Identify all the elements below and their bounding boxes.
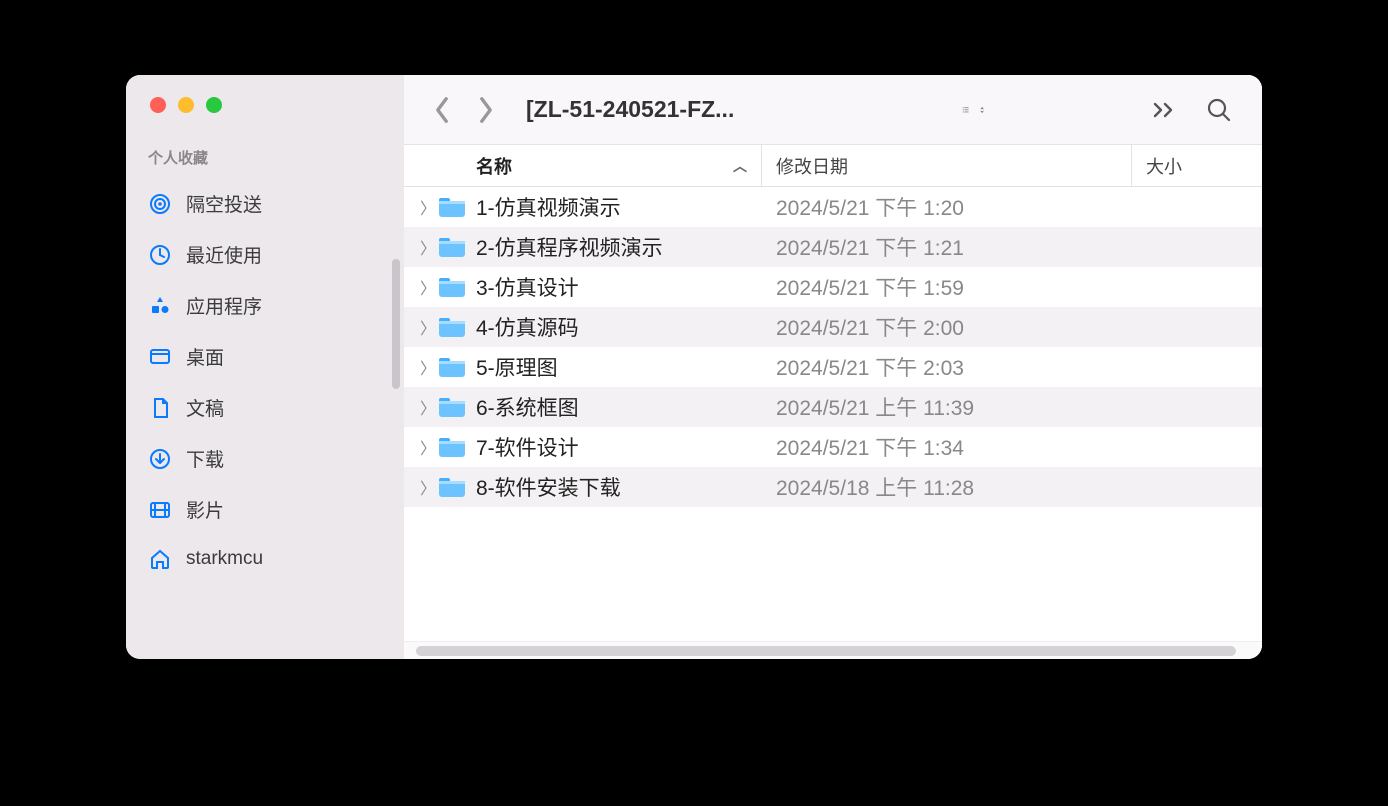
clock-icon	[148, 243, 172, 267]
file-name: 2-仿真程序视频演示	[476, 232, 762, 262]
file-date: 2024/5/18 上午 11:28	[762, 472, 1132, 502]
sidebar-item-airdrop[interactable]: 隔空投送	[126, 178, 404, 229]
sidebar-item-download[interactable]: 下载	[126, 433, 404, 484]
main-pane: [ZL-51-240521-FZ...	[404, 75, 1262, 659]
file-row[interactable]: 〉 4-仿真源码2024/5/21 下午 2:00	[404, 307, 1262, 347]
file-name: 8-软件安装下载	[476, 472, 762, 502]
file-row[interactable]: 〉 5-原理图2024/5/21 下午 2:03	[404, 347, 1262, 387]
column-header-size[interactable]: 大小	[1132, 145, 1262, 186]
close-button[interactable]	[150, 97, 166, 113]
column-header-size-label: 大小	[1146, 153, 1182, 179]
sidebar-item-label: 最近使用	[186, 241, 262, 268]
airdrop-icon	[148, 192, 172, 216]
sidebar-item-label: 桌面	[186, 343, 224, 370]
file-name: 6-系统框图	[476, 392, 762, 422]
folder-icon	[438, 476, 466, 498]
folder-icon	[438, 316, 466, 338]
file-row[interactable]: 〉 8-软件安装下载2024/5/18 上午 11:28	[404, 467, 1262, 507]
window-controls	[126, 97, 404, 113]
more-toolbar-button[interactable]	[1142, 97, 1188, 123]
disclosure-triangle-icon[interactable]: 〉	[404, 195, 438, 219]
disclosure-triangle-icon[interactable]: 〉	[404, 395, 438, 419]
download-icon	[148, 447, 172, 471]
folder-icon	[438, 436, 466, 458]
search-button[interactable]	[1196, 97, 1242, 123]
sidebar-item-label: 应用程序	[186, 292, 262, 319]
folder-icon	[438, 196, 466, 218]
sidebar-item-label: 影片	[186, 496, 224, 523]
back-button[interactable]	[424, 96, 460, 124]
file-date: 2024/5/21 下午 1:20	[762, 192, 1132, 222]
sidebar-item-label: 下载	[186, 445, 224, 472]
horizontal-scrollbar[interactable]	[404, 641, 1262, 659]
file-name: 5-原理图	[476, 352, 762, 382]
toolbar: [ZL-51-240521-FZ...	[404, 75, 1262, 145]
apps-icon	[148, 294, 172, 318]
document-icon	[148, 396, 172, 420]
zoom-button[interactable]	[206, 97, 222, 113]
column-header-date-label: 修改日期	[776, 153, 848, 179]
file-name: 7-软件设计	[476, 432, 762, 462]
folder-icon	[438, 356, 466, 378]
file-row[interactable]: 〉 3-仿真设计2024/5/21 下午 1:59	[404, 267, 1262, 307]
disclosure-triangle-icon[interactable]: 〉	[404, 275, 438, 299]
sidebar: 个人收藏 隔空投送最近使用应用程序桌面文稿下载影片 starkmcu	[126, 75, 404, 659]
sort-indicator-icon: ︿	[733, 156, 747, 176]
window-title: [ZL-51-240521-FZ...	[526, 96, 734, 123]
chevrons-right-icon	[1152, 97, 1178, 123]
disclosure-triangle-icon[interactable]: 〉	[404, 355, 438, 379]
column-header-date[interactable]: 修改日期	[762, 145, 1132, 186]
desktop-icon	[148, 345, 172, 369]
file-name: 3-仿真设计	[476, 272, 762, 302]
sidebar-item-clock[interactable]: 最近使用	[126, 229, 404, 280]
list-view-icon	[962, 106, 970, 114]
sidebar-item-label: 隔空投送	[186, 190, 262, 217]
column-header-name[interactable]: 名称 ︿	[404, 145, 762, 186]
file-date: 2024/5/21 上午 11:39	[762, 392, 1132, 422]
finder-window: 个人收藏 隔空投送最近使用应用程序桌面文稿下载影片 starkmcu [ZL-51…	[126, 75, 1262, 659]
file-date: 2024/5/21 下午 2:00	[762, 312, 1132, 342]
search-icon	[1206, 97, 1232, 123]
file-list: 〉1-仿真视频演示2024/5/21 下午 1:20〉2-仿真程序视频演示202…	[404, 187, 1262, 641]
sidebar-item-apps[interactable]: 应用程序	[126, 280, 404, 331]
disclosure-triangle-icon[interactable]: 〉	[404, 475, 438, 499]
home-icon	[148, 547, 172, 571]
file-row[interactable]: 〉 7-软件设计2024/5/21 下午 1:34	[404, 427, 1262, 467]
sidebar-item-document[interactable]: 文稿	[126, 382, 404, 433]
chevron-updown-icon	[980, 100, 984, 120]
minimize-button[interactable]	[178, 97, 194, 113]
file-name: 4-仿真源码	[476, 312, 762, 342]
file-row[interactable]: 〉 6-系统框图2024/5/21 上午 11:39	[404, 387, 1262, 427]
file-row[interactable]: 〉 1-仿真视频演示2024/5/21 下午 1:20	[404, 187, 1262, 227]
scrollbar-thumb[interactable]	[416, 646, 1236, 656]
sidebar-items: 隔空投送最近使用应用程序桌面文稿下载影片 starkmcu	[126, 178, 404, 583]
sidebar-item-home[interactable]: starkmcu	[126, 535, 404, 583]
sidebar-item-label: 文稿	[186, 394, 224, 421]
sidebar-section-label: 个人收藏	[126, 147, 404, 168]
folder-icon	[438, 236, 466, 258]
folder-icon	[438, 396, 466, 418]
file-date: 2024/5/21 下午 2:03	[762, 352, 1132, 382]
movie-icon	[148, 498, 172, 522]
sidebar-item-movie[interactable]: 影片	[126, 484, 404, 535]
column-header-name-label: 名称	[476, 153, 512, 179]
folder-icon	[438, 276, 466, 298]
column-headers: 名称 ︿ 修改日期 大小	[404, 145, 1262, 187]
file-row[interactable]: 〉 2-仿真程序视频演示2024/5/21 下午 1:21	[404, 227, 1262, 267]
sidebar-item-desktop[interactable]: 桌面	[126, 331, 404, 382]
file-date: 2024/5/21 下午 1:21	[762, 232, 1132, 262]
sidebar-scrollbar[interactable]	[392, 259, 400, 389]
disclosure-triangle-icon[interactable]: 〉	[404, 435, 438, 459]
forward-button[interactable]	[468, 96, 504, 124]
view-options-button[interactable]	[962, 100, 984, 120]
sidebar-item-label: starkmcu	[186, 548, 263, 570]
disclosure-triangle-icon[interactable]: 〉	[404, 315, 438, 339]
file-name: 1-仿真视频演示	[476, 192, 762, 222]
file-date: 2024/5/21 下午 1:59	[762, 272, 1132, 302]
file-date: 2024/5/21 下午 1:34	[762, 432, 1132, 462]
disclosure-triangle-icon[interactable]: 〉	[404, 235, 438, 259]
